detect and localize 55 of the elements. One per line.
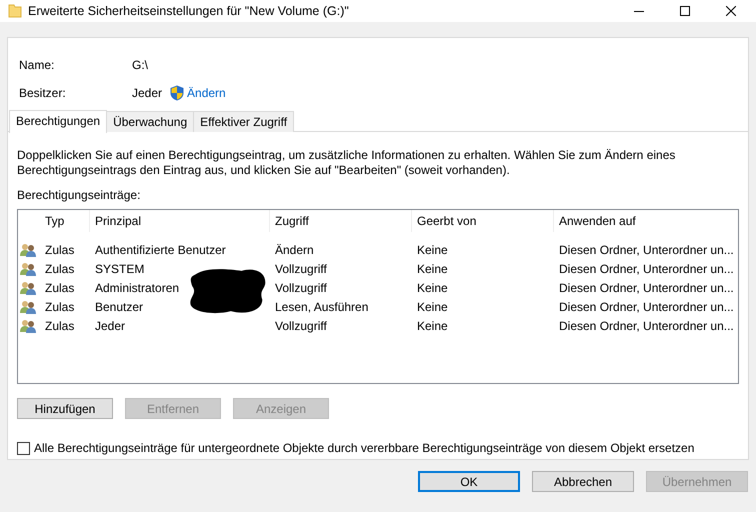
close-icon[interactable] [726,6,736,16]
users-icon [20,300,36,314]
table-cell-text: Zulas [44,242,76,256]
table-cell-text: Keine [416,318,449,332]
table-cell-text: Diesen Ordner, Unterordner un... [558,318,735,332]
column-header[interactable]: Geerbt von [412,210,554,232]
tab[interactable]: Überwachung [106,111,194,132]
table-cell-text: Keine [416,300,449,314]
button[interactable]: Abbrechen [532,471,634,492]
window-title: Erweiterte Sicherheitseinstellungen für "New Volume (G:)" [28,4,349,18]
column-header[interactable]: Prinzipal [90,210,270,232]
table-cell-text: Diesen Ordner, Unterordner un... [558,242,735,256]
name-label: Name: [19,58,56,72]
table-cell-text: Diesen Ordner, Unterordner un... [558,280,735,294]
table-cell-text: Lesen, Ausführen [274,300,370,314]
table-cell-text: Zulas [44,300,76,314]
table-cell-text: Zulas [44,280,76,294]
table-cell-text: Zulas [44,262,76,276]
users-icon [20,262,36,276]
name-value: G:\ [132,58,148,72]
users-icon [20,242,36,256]
table-cell-text: Authentifizierte Benutzer [94,242,227,256]
button[interactable]: OK [418,471,520,492]
table-cell-text: Administratoren [94,280,180,294]
table-cell-text: Diesen Ordner, Unterordner un... [558,300,735,314]
table-cell-text: Zulas [44,318,76,332]
table-cell-text: Diesen Ordner, Unterordner un... [558,262,735,276]
users-icon [20,318,36,332]
entries-label: Berechtigungseinträge: [17,188,142,202]
table-cell-text: Keine [416,242,449,256]
change-owner-link[interactable]: Ändern [187,86,226,100]
table-cell-text: Vollzugriff [274,262,328,276]
table-cell-text: Keine [416,262,449,276]
table-cell-text: Jeder [94,318,126,332]
table-cell-text: SYSTEM [94,262,146,276]
table-cell-text: Ändern [274,242,315,256]
table-cell-text: Vollzugriff [274,318,328,332]
column-header[interactable]: Typ [40,210,90,232]
maximize-icon[interactable] [680,6,690,16]
table-cell-text: Benutzer [94,300,144,314]
users-icon [20,280,36,294]
description-text: Doppelklicken Sie auf einen Berechtigungseintrag, um zusätzliche Informationen zu erhalten. Wählen Sie zum Ändern eines Berechtigungseintrags den Eintrag aus, und klicken Sie auf "Bearbeiten" (soweit vorhanden). [17,148,676,178]
column-header[interactable]: Zugriff [270,210,412,232]
checkbox-label: Alle Berechtigungseinträge für untergeordnete Objekte durch vererbbare Berechtigungseinträge von diesem Objekt ersetzen [34,441,694,455]
column-header[interactable]: Anwenden auf [554,210,738,232]
folder-icon [8,4,22,18]
button[interactable]: Hinzufügen [17,398,113,419]
table-cell-text: Vollzugriff [274,280,328,294]
owner-value: Jeder [132,86,162,100]
table-cell-text: Keine [416,280,449,294]
checkbox[interactable] [17,442,30,454]
shield-icon [170,85,184,101]
tab[interactable]: Effektiver Zugriff [193,111,294,132]
owner-label: Besitzer: [19,86,67,100]
tab[interactable]: Berechtigungen [9,110,108,133]
